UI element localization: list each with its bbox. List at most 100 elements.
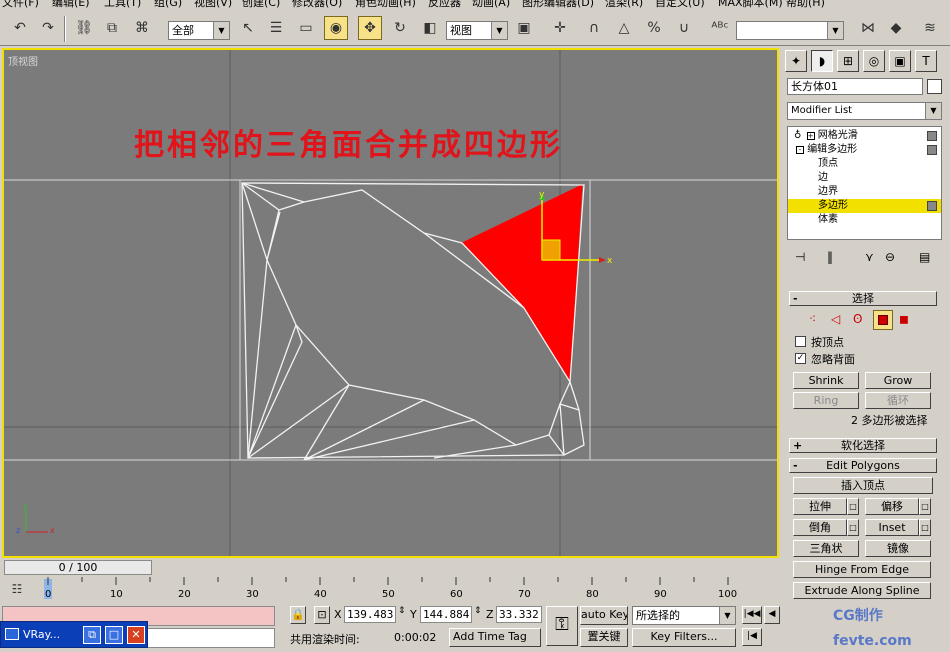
menu-create[interactable]: 创建(C) [242,0,280,8]
percent-snap-icon[interactable]: % [642,16,666,40]
select-by-name-icon[interactable]: ☰ [264,16,288,40]
undo-icon[interactable]: ↶ [8,16,32,40]
collapse-icon[interactable]: - [796,146,804,154]
menu-graph-editors[interactable]: 图形编辑器(D) [522,0,594,8]
time-slider[interactable]: 0 / 100 [4,560,152,575]
edit-polygons-rollout-header[interactable]: - Edit Polygons [789,458,937,473]
triangulate-button[interactable]: 三角状 [793,540,859,557]
modifier-stack[interactable]: ♁ + 网格光滑 - 编辑多边形 顶点 边 边界 多边形 体素 [787,126,942,240]
selection-filter-dropdown[interactable]: 全部 ▼ [168,21,230,40]
y-coord-field[interactable]: 144.884 [420,606,472,623]
menu-customize[interactable]: 自定义(U) [655,0,705,8]
bulb-icon[interactable]: ♁ [794,130,801,141]
stack-subitem-vertex[interactable]: 顶点 [788,157,941,171]
snap-toggle-icon[interactable]: ∩ [582,16,606,40]
tab-display-icon[interactable]: ▣ [889,50,911,72]
shrink-button[interactable]: Shrink [793,372,859,389]
stack-subitem-element[interactable]: 体素 [788,213,941,227]
menu-maxscript[interactable]: MAX脚本(M) [718,0,783,8]
bevel-button[interactable]: 倒角 [793,519,847,536]
menu-edit[interactable]: 编辑(E) [52,0,90,8]
previous-frame-icon[interactable]: ◀ [764,606,780,624]
tab-modify-icon[interactable]: ◗ [811,50,833,72]
select-scale-icon[interactable]: ◧ [418,16,442,40]
element-mode-icon[interactable]: ◼ [899,312,909,326]
polygon-mode-icon[interactable] [873,310,893,330]
viewport-label[interactable]: 顶视图 [8,53,38,68]
menu-group[interactable]: 组(G) [154,0,182,8]
pivot-center-icon[interactable]: ▣ [512,16,536,40]
select-object-icon[interactable]: ↖ [236,16,260,40]
outline-button[interactable]: 偏移 [865,498,919,515]
outline-settings-icon[interactable]: □ [919,498,931,515]
mirror-icon[interactable]: ⋈ [856,16,880,40]
make-unique-icon[interactable]: ⋎ [865,250,874,264]
grow-button[interactable]: Grow [865,372,931,389]
angle-snap-icon[interactable]: △ [612,16,636,40]
go-to-start-icon[interactable]: |◀◀ [742,606,762,624]
key-filters-button[interactable]: Key Filters... [632,628,736,647]
menu-modifiers[interactable]: 修改器(O) [292,0,342,8]
tab-utilities-icon[interactable]: T [915,50,937,72]
flip-button[interactable]: 镜像 [865,540,931,557]
stack-subitem-polygon[interactable]: 多边形 [788,199,941,213]
stack-subitem-edge[interactable]: 边 [788,171,941,185]
vertex-mode-icon[interactable]: ⁖ [809,312,816,326]
spinner-icon[interactable]: ⇕ [474,606,482,616]
loop-button[interactable]: 循环 [865,392,931,409]
tab-create-icon[interactable]: ✦ [785,50,807,72]
stack-item-toggle[interactable] [927,145,937,155]
select-move-icon[interactable]: ✥ [358,16,382,40]
edit-named-selection-icon[interactable]: ᴬᴮᶜ [708,16,732,40]
bind-space-warp-icon[interactable]: ⌘ [130,16,154,40]
reference-coord-dropdown[interactable]: 视图 ▼ [446,21,508,40]
redo-icon[interactable]: ↷ [36,16,60,40]
align-icon[interactable]: ◆ [884,16,908,40]
inset-button[interactable]: Inset [865,519,919,536]
window-crossing-icon[interactable]: ◉ [324,16,348,40]
vray-taskbar-window[interactable]: VRay... ⧉ □ ✕ [0,621,148,648]
pin-stack-icon[interactable]: ⊣ [795,250,805,264]
ring-button[interactable]: Ring [793,392,859,409]
configure-modifier-sets-icon[interactable]: ▤ [919,250,930,264]
menu-character[interactable]: 角色动画(H) [355,0,416,8]
extrude-settings-icon[interactable]: □ [847,498,859,515]
maximize-icon[interactable]: □ [105,626,123,644]
edge-mode-icon[interactable]: ◁ [831,312,840,326]
rect-selection-region-icon[interactable]: ▭ [294,16,318,40]
add-time-tag-button[interactable]: Add Time Tag [449,628,541,647]
menu-animation[interactable]: 动画(A) [472,0,510,8]
ignore-backfacing-checkbox[interactable]: ✓ [795,353,806,364]
stack-item-meshsmooth[interactable]: ♁ + 网格光滑 [788,129,941,143]
key-mode-toggle-icon[interactable]: |◀ [742,628,762,646]
spinner-icon[interactable]: ⇕ [398,606,406,616]
by-vertex-checkbox[interactable] [795,336,806,347]
expand-icon[interactable]: + [806,132,815,140]
menu-help[interactable]: 帮助(H) [786,0,825,8]
selected-polygon[interactable] [461,184,583,384]
named-selection-dropdown[interactable]: ▼ [736,21,844,40]
auto-key-button[interactable]: auto Key [580,606,628,625]
extrude-along-spline-button[interactable]: Extrude Along Spline [793,582,931,599]
select-link-icon[interactable]: ⛓ [72,16,96,40]
tab-hierarchy-icon[interactable]: ⊞ [837,50,859,72]
show-end-result-icon[interactable]: ‖ [827,250,833,264]
absolute-mode-icon[interactable]: ⊡ [314,606,330,624]
close-icon[interactable]: ✕ [127,626,145,644]
stack-item-toggle[interactable] [927,131,937,141]
bevel-settings-icon[interactable]: □ [847,519,859,536]
set-key-icon[interactable]: ⚿ [546,606,578,646]
lock-selection-icon[interactable]: 🔒 [290,606,306,624]
key-mode-dropdown[interactable]: 所选择的 ▼ [632,606,736,625]
select-manipulate-icon[interactable]: ✛ [548,16,572,40]
selection-rollout-header[interactable]: - 选择 [789,291,937,306]
modifier-list-dropdown[interactable]: Modifier List ▼ [787,102,942,120]
hinge-from-edge-button[interactable]: Hinge From Edge [793,561,931,578]
menu-views[interactable]: 视图(V) [194,0,232,8]
soft-selection-rollout-header[interactable]: + 软化选择 [789,438,937,453]
layer-manager-icon[interactable]: ≋ [918,16,942,40]
menu-file[interactable]: 文件(F) [2,0,39,8]
stack-item-toggle[interactable] [927,201,937,211]
menu-tools[interactable]: 工具(T) [104,0,141,8]
track-bar-icon[interactable]: ☷ [6,579,28,599]
